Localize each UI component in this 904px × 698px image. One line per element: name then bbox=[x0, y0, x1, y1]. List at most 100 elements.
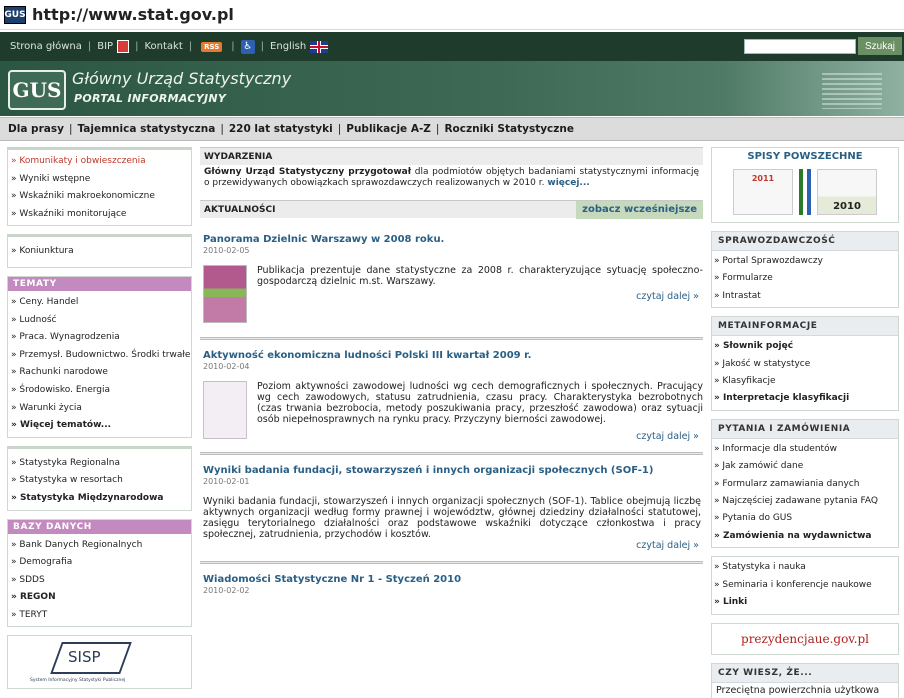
tematy-link-wiecej[interactable]: » Więcej tematów... bbox=[11, 417, 191, 435]
rss-icon[interactable]: RSS bbox=[201, 41, 223, 52]
nav-kontakt-link[interactable]: Kontakt bbox=[144, 41, 182, 52]
spraw-link-portal[interactable]: » Portal Sprawozdawczy bbox=[714, 253, 898, 270]
census-2010-image[interactable]: 2010 bbox=[817, 169, 877, 215]
bazy-link-sdds[interactable]: » SDDS bbox=[11, 572, 191, 590]
search-button[interactable]: Szukaj bbox=[858, 37, 902, 55]
left-sidebar: » Komunikaty i obwieszczenia » Wyniki ws… bbox=[7, 147, 192, 690]
meta-link-interpretacje[interactable]: » Interpretacje klasyfikacji bbox=[714, 390, 898, 407]
news-summary: Publikacja prezentuje dane statystyczne … bbox=[257, 265, 703, 287]
sprawozdawczosc-box: SPRAWOZDAWCZOŚĆ » Portal Sprawozdawczy »… bbox=[711, 231, 899, 309]
news-summary: Poziom aktywności zawodowej ludności wg … bbox=[257, 381, 703, 425]
nav-english-link[interactable]: English bbox=[270, 40, 329, 53]
prezydencja-banner[interactable]: prezydencjaue.gov.pl bbox=[711, 622, 899, 655]
pytania-box: PYTANIA I ZAMÓWIENIA » Informacje dla st… bbox=[711, 418, 899, 549]
news-thumbnail[interactable] bbox=[203, 265, 247, 323]
pyt-link-pytania[interactable]: » Pytania do GUS bbox=[714, 510, 898, 527]
subnav-dla-prasy[interactable]: Dla prasy bbox=[8, 123, 64, 135]
left-link-regionalna[interactable]: » Statystyka Regionalna bbox=[11, 455, 191, 473]
subnav-tajemnica[interactable]: Tajemnica statystyczna bbox=[77, 123, 215, 135]
spraw-link-formularze[interactable]: » Formularze bbox=[714, 270, 898, 287]
bazy-link-teryt[interactable]: » TERYT bbox=[11, 607, 191, 625]
tematy-link-ludnosc[interactable]: » Ludność bbox=[11, 312, 191, 330]
spisy-title[interactable]: SPISY POWSZECHNE bbox=[712, 148, 898, 162]
tematy-link-warunki[interactable]: » Warunki życia bbox=[11, 400, 191, 418]
bazy-heading: BAZY DANYCH bbox=[8, 519, 191, 534]
news-thumbnail[interactable] bbox=[203, 381, 247, 439]
news-title-link[interactable]: Aktywność ekonomiczna ludności Polski II… bbox=[200, 350, 703, 361]
pyt-link-faq[interactable]: » Najczęściej zadawane pytania FAQ bbox=[714, 493, 898, 510]
bazy-link-bdr[interactable]: » Bank Danych Regionalnych bbox=[11, 537, 191, 555]
misc-link-nauka[interactable]: » Statystyka i nauka bbox=[714, 559, 898, 576]
nav-bip-label: BIP bbox=[97, 41, 114, 52]
metainformacje-box: METAINFORMACJE » Słownik pojęć » Jakość … bbox=[711, 316, 899, 411]
left-link-wskazniki-monit[interactable]: » Wskaźniki monitorujące bbox=[11, 206, 191, 224]
pytania-heading: PYTANIA I ZAMÓWIENIA bbox=[712, 419, 898, 439]
pyt-link-studenci[interactable]: » Informacje dla studentów bbox=[714, 441, 898, 458]
site-title: Główny Urząd Statystyczny bbox=[72, 69, 292, 88]
subnav-publikacje[interactable]: Publikacje A-Z bbox=[346, 123, 431, 135]
site-favicon-icon: GUS bbox=[4, 5, 26, 24]
sisp-logo-text: SISP bbox=[68, 648, 101, 667]
news-divider bbox=[200, 561, 703, 564]
news-title-link[interactable]: Panorama Dzielnic Warszawy w 2008 roku. bbox=[200, 234, 703, 245]
metainformacje-heading: METAINFORMACJE bbox=[712, 317, 898, 337]
site-banner: GUS Główny Urząd Statystyczny PORTAL INF… bbox=[0, 61, 904, 116]
news-date: 2010-02-04 bbox=[203, 362, 250, 371]
news-item: Wiadomości Statystyczne Nr 1 - Styczeń 2… bbox=[200, 574, 703, 595]
wydarzenia-text: Główny Urząd Statystyczny przygotował dl… bbox=[204, 167, 700, 188]
news-date: 2010-02-05 bbox=[203, 246, 250, 255]
news-title-link[interactable]: Wiadomości Statystyczne Nr 1 - Styczeń 2… bbox=[200, 574, 703, 585]
meta-link-slownik[interactable]: » Słownik pojęć bbox=[714, 338, 898, 355]
meta-link-jakosc[interactable]: » Jakość w statystyce bbox=[714, 356, 898, 373]
main-content: WYDARZENIA Główny Urząd Statystyczny prz… bbox=[200, 147, 703, 595]
sprawozdawczosc-heading: SPRAWOZDAWCZOŚĆ bbox=[712, 232, 898, 251]
read-more-link[interactable]: czytaj dalej » bbox=[247, 291, 703, 302]
meta-link-klasyfikacje[interactable]: » Klasyfikacje bbox=[714, 373, 898, 390]
census-2011-image[interactable]: 2011 bbox=[733, 169, 793, 215]
left-link-komunikaty[interactable]: » Komunikaty i obwieszczenia bbox=[11, 153, 191, 171]
tematy-link-przemysl[interactable]: » Przemysł. Budownictwo. Środki trwałe bbox=[11, 347, 191, 365]
bazy-link-demografia[interactable]: » Demografia bbox=[11, 554, 191, 572]
search-input[interactable] bbox=[744, 39, 856, 54]
news-divider bbox=[200, 337, 703, 340]
left-link-wskazniki-makro[interactable]: » Wskaźniki makroekonomiczne bbox=[11, 188, 191, 206]
accessibility-icon[interactable]: ♿ bbox=[240, 39, 255, 54]
zobacz-wczesniejsze-link[interactable]: zobacz wcześniejsze bbox=[576, 200, 703, 219]
news-title-link[interactable]: Wyniki badania fundacji, stowarzyszeń i … bbox=[200, 465, 703, 476]
address-bar[interactable]: GUS http://www.stat.gov.pl bbox=[0, 0, 904, 30]
left-link-koniunktura[interactable]: » Koniunktura bbox=[11, 243, 191, 261]
pyt-link-jak-zamowic[interactable]: » Jak zamówić dane bbox=[714, 458, 898, 475]
tematy-link-srodowisko[interactable]: » Środowisko. Energia bbox=[11, 382, 191, 400]
left-link-miedzynarodowa[interactable]: » Statystyka Międzynarodowa bbox=[11, 490, 191, 508]
nav-english-label: English bbox=[270, 41, 307, 52]
news-divider bbox=[200, 452, 703, 455]
czy-wiesz-box: CZY WIESZ, ŻE... Przeciętna powierzchnia… bbox=[711, 662, 899, 698]
nav-bip-link[interactable]: BIP bbox=[97, 40, 130, 53]
nav-home-link[interactable]: Strona główna bbox=[10, 41, 82, 52]
read-more-link[interactable]: czytaj dalej » bbox=[247, 431, 703, 442]
pyt-link-formularz[interactable]: » Formularz zamawiania danych bbox=[714, 476, 898, 493]
left-link-resortach[interactable]: » Statystyka w resortach bbox=[11, 472, 191, 490]
subnav-220-lat[interactable]: 220 lat statystyki bbox=[229, 123, 333, 135]
read-more-link[interactable]: czytaj dalej » bbox=[200, 540, 703, 551]
tematy-link-praca[interactable]: » Praca. Wynagrodzenia bbox=[11, 329, 191, 347]
bip-flag-icon bbox=[117, 40, 130, 53]
aktualnosci-heading: AKTUALNOŚCI zobacz wcześniejsze bbox=[200, 200, 703, 219]
spraw-link-intrastat[interactable]: » Intrastat bbox=[714, 288, 898, 305]
url-text[interactable]: http://www.stat.gov.pl bbox=[32, 5, 234, 24]
wydarzenia-more-link[interactable]: więcej... bbox=[547, 178, 589, 188]
bazy-link-regon[interactable]: » REGON bbox=[11, 589, 191, 607]
tematy-link-rachunki[interactable]: » Rachunki narodowe bbox=[11, 364, 191, 382]
pyt-link-zamowienia[interactable]: » Zamówienia na wydawnictwa bbox=[714, 528, 898, 545]
misc-link-linki[interactable]: » Linki bbox=[714, 594, 898, 611]
left-box-regional: » Statystyka Regionalna » Statystyka w r… bbox=[7, 445, 192, 511]
subnav-roczniki[interactable]: Roczniki Statystyczne bbox=[444, 123, 574, 135]
top-nav: Strona główna | BIP | Kontakt | RSS | ♿ … bbox=[0, 32, 904, 61]
gus-logo[interactable]: GUS bbox=[8, 70, 66, 110]
left-link-wyniki[interactable]: » Wyniki wstępne bbox=[11, 171, 191, 189]
misc-link-seminaria[interactable]: » Seminaria i konferencje naukowe bbox=[714, 577, 898, 594]
sisp-banner[interactable]: SISP System Informacyjny Statystyki Publ… bbox=[7, 635, 192, 690]
left-box-komunikaty: » Komunikaty i obwieszczenia » Wyniki ws… bbox=[7, 147, 192, 227]
news-date: 2010-02-02 bbox=[203, 586, 250, 595]
tematy-link-ceny[interactable]: » Ceny. Handel bbox=[11, 294, 191, 312]
